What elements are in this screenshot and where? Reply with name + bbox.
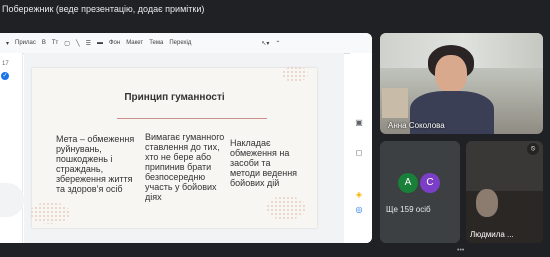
image-icon[interactable]: ▢ (64, 40, 70, 47)
pointer-icon[interactable]: ↖▾ (261, 40, 269, 47)
slide-number: 17 (2, 61, 9, 67)
background-shelf (382, 88, 408, 118)
more-participants-tile[interactable] (380, 141, 460, 243)
decor-dots (266, 196, 306, 220)
participant-name: Анна Соколова (388, 121, 445, 130)
toolbar-item[interactable]: Макет (126, 40, 143, 46)
person-face (435, 55, 467, 93)
toolbar-item[interactable]: Фон (109, 40, 120, 46)
line-icon[interactable]: ╲ (76, 40, 80, 47)
avatar: A (398, 173, 418, 193)
avatar: C (420, 173, 440, 193)
keep-icon[interactable]: ◻ (354, 148, 364, 158)
toolbar-item[interactable]: ▾ (6, 40, 9, 47)
person-face (476, 189, 498, 217)
mic-off-icon: ⦸ (527, 143, 539, 155)
title-underline (117, 118, 267, 119)
participant-tile-main[interactable] (380, 33, 543, 134)
keep-note-icon[interactable]: ◈ (354, 190, 364, 200)
more-participants-label: Ще 159 осіб (386, 205, 431, 214)
slide-column-2: Вимагає гуманного ставлення до тих, хто … (145, 132, 225, 202)
slides-toolbar: ▾ Прилас B Tт ▢ ╲ ☰ ▬ Фон Макет Тема Пер… (0, 33, 372, 54)
toolbar-item[interactable]: Тема (149, 40, 163, 46)
slide: Принцип гуманності Мета – обмеження руйн… (30, 66, 317, 228)
slide-column-3: Накладає обмеження на засоби та методи в… (230, 138, 298, 188)
participant-tile[interactable] (466, 141, 543, 243)
fill-icon[interactable]: ▬ (97, 40, 103, 46)
participant-name: Людмила ... (470, 230, 514, 239)
toolbar-item[interactable]: B (42, 40, 46, 46)
more-options-icon[interactable]: ••• (457, 247, 464, 254)
toolbar-item[interactable]: Прилас (15, 40, 36, 46)
toolbar-item[interactable]: Tт (52, 40, 58, 46)
slide-title: Принцип гуманності (124, 92, 225, 103)
tasks-icon[interactable]: ◎ (354, 205, 364, 215)
slide-column-1: Мета – обмеження руйнувань, пошкоджень і… (56, 134, 135, 194)
meeting-title: Побережник (веде презентацію, додає прим… (2, 4, 205, 14)
decor-dots (282, 66, 308, 82)
toolbar-item[interactable]: Перехід (169, 40, 191, 46)
decor-dots (30, 202, 70, 224)
layout-icon[interactable]: ☰ (86, 40, 91, 47)
check-icon: ✓ (1, 72, 9, 80)
expand-icon[interactable]: ⌃ (275, 40, 280, 47)
calendar-icon[interactable]: ▣ (354, 118, 364, 128)
